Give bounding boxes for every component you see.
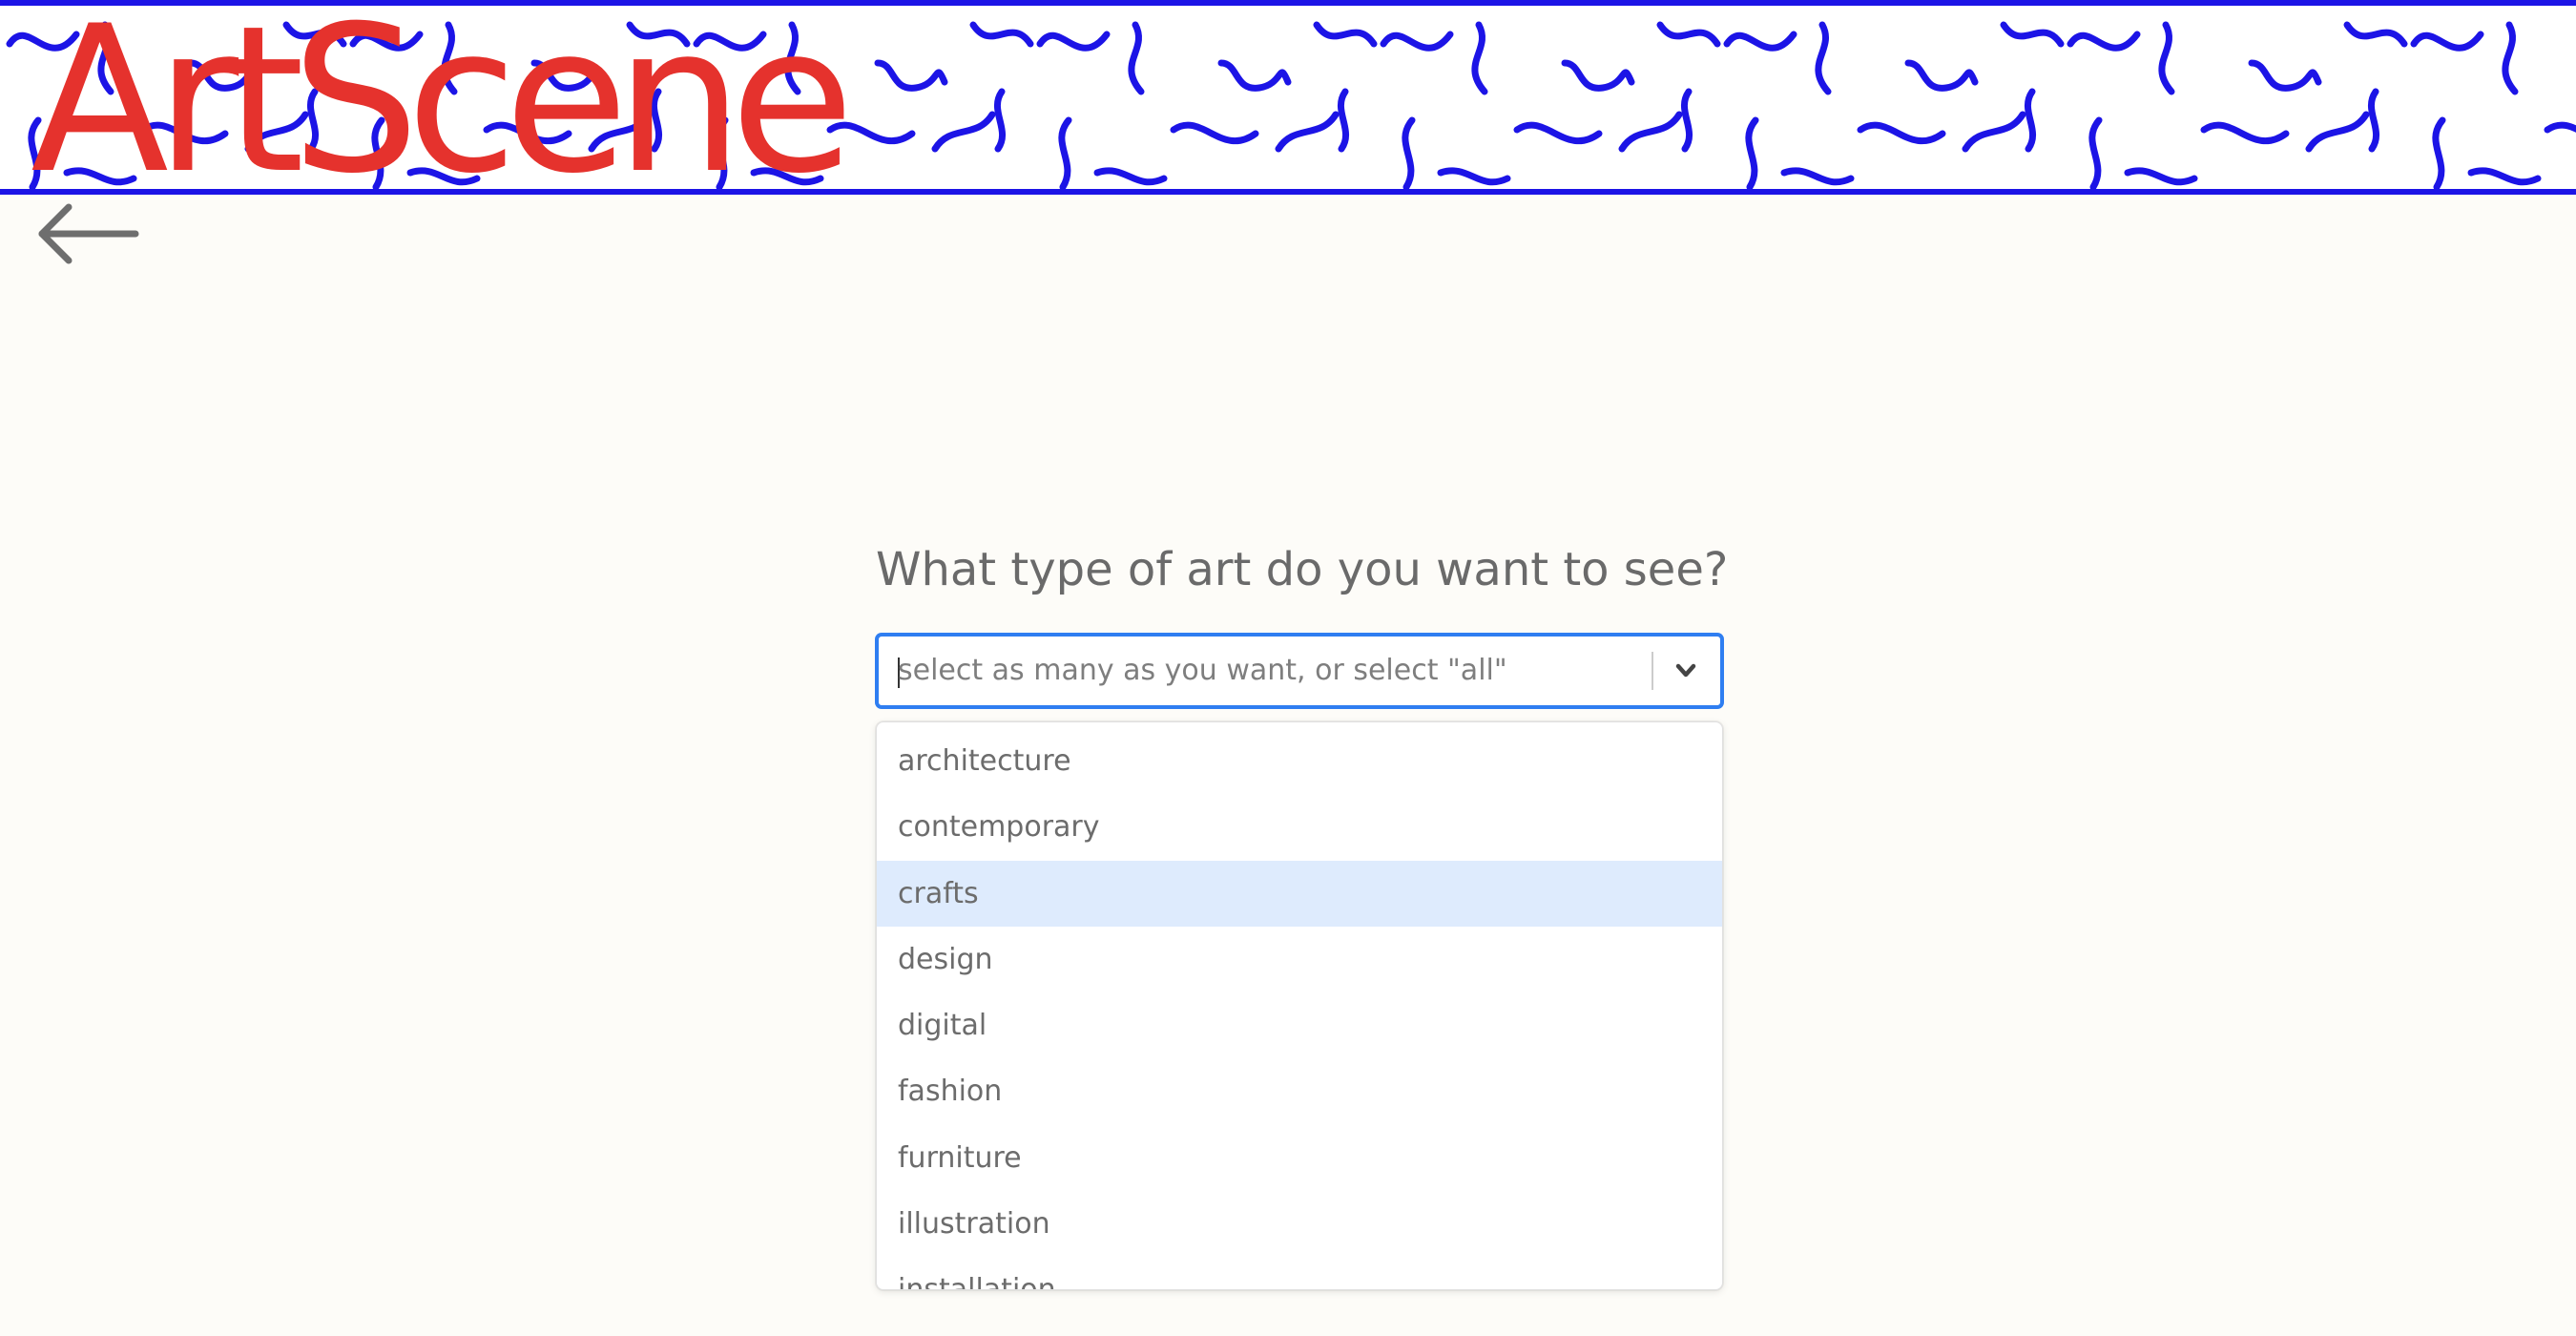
back-button[interactable]: [36, 202, 141, 265]
dropdown-menu[interactable]: architecture contemporary crafts design …: [876, 721, 1723, 1290]
option-fashion[interactable]: fashion: [877, 1058, 1722, 1124]
page: ArtScene What type of art do you want to…: [0, 0, 2576, 1336]
select-placeholder[interactable]: select as many as you want, or select "a…: [898, 637, 1507, 705]
logo[interactable]: ArtScene: [31, 6, 855, 189]
option-illustration[interactable]: illustration: [877, 1191, 1722, 1257]
option-contemporary[interactable]: contemporary: [877, 794, 1722, 860]
option-installation[interactable]: installation: [877, 1257, 1722, 1289]
question-heading: What type of art do you want to see?: [876, 543, 1729, 596]
indicator-separator: [1652, 652, 1653, 690]
option-design[interactable]: design: [877, 927, 1722, 992]
option-furniture[interactable]: furniture: [877, 1125, 1722, 1191]
art-type-select[interactable]: select as many as you want, or select "a…: [876, 634, 1723, 708]
option-architecture[interactable]: architecture: [877, 728, 1722, 794]
arrow-left-icon: [38, 203, 139, 264]
chevron-down-icon: [1675, 663, 1696, 678]
option-digital[interactable]: digital: [877, 992, 1722, 1058]
dropdown-toggle[interactable]: [1667, 654, 1705, 688]
header-banner: ArtScene: [0, 0, 2576, 195]
option-crafts[interactable]: crafts: [877, 860, 1722, 927]
